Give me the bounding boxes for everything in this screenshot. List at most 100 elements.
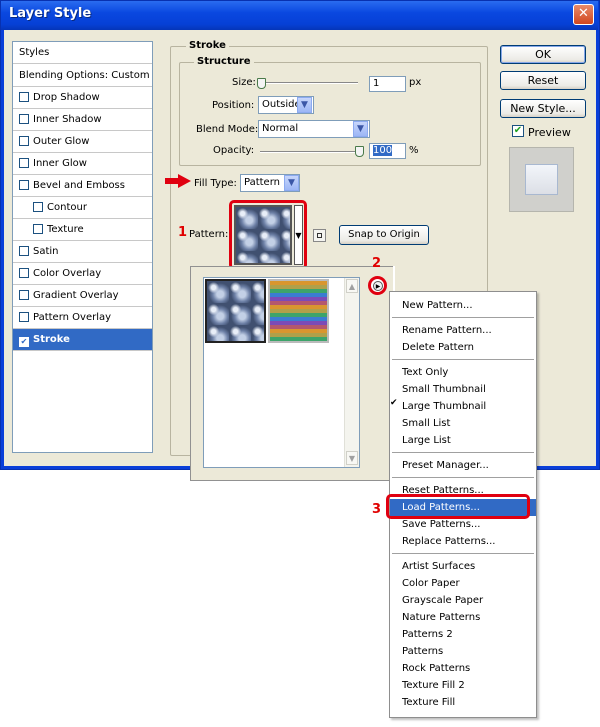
annotation-1: 1 (178, 225, 188, 240)
preview-label: Preview (528, 126, 571, 139)
new-style-button[interactable]: New Style... (500, 99, 586, 118)
checkbox-icon[interactable] (19, 136, 29, 146)
structure-group-label: Structure (194, 56, 254, 67)
menu-item-artist-surfaces[interactable]: Artist Surfaces (390, 558, 536, 575)
menu-separator (392, 452, 534, 453)
ok-button[interactable]: OK (500, 45, 586, 64)
style-item-inner-shadow[interactable]: Inner Shadow (13, 109, 152, 131)
checkbox-icon[interactable] (19, 92, 29, 102)
pattern-swatch[interactable] (234, 205, 292, 265)
chevron-down-icon[interactable]: ▼ (297, 97, 312, 113)
menu-item-rename-pattern[interactable]: Rename Pattern... (390, 322, 536, 339)
opacity-input[interactable]: 100 (369, 143, 406, 159)
preview-swatch (509, 147, 574, 212)
checkbox-icon[interactable] (19, 246, 29, 256)
annotation-box-load-patterns (386, 494, 530, 519)
menu-item-patterns[interactable]: Patterns (390, 643, 536, 660)
size-unit: px (409, 77, 422, 88)
size-label: Size: (232, 77, 256, 88)
styles-header[interactable]: Styles (13, 42, 152, 64)
scroll-up-icon[interactable]: ▲ (346, 279, 358, 293)
new-preset-icon[interactable] (313, 229, 326, 242)
pattern-bubbles-thumb[interactable] (205, 279, 266, 343)
scroll-down-icon[interactable]: ▼ (346, 451, 358, 465)
style-item-stroke[interactable]: ✔ Stroke (13, 329, 152, 351)
pattern-grid-scrollbar[interactable]: ▲ ▼ (344, 278, 359, 467)
menu-item-preset-manager[interactable]: Preset Manager... (390, 457, 536, 474)
annotation-2: 2 (372, 256, 382, 271)
style-item-texture[interactable]: Texture (13, 219, 152, 241)
size-slider-track[interactable] (260, 82, 358, 84)
menu-separator (392, 317, 534, 318)
style-item-label: Gradient Overlay (33, 290, 119, 301)
style-item-label: Texture (47, 224, 84, 235)
checkbox-icon[interactable] (19, 114, 29, 124)
menu-item-grayscale-paper[interactable]: Grayscale Paper (390, 592, 536, 609)
menu-item-rock-patterns[interactable]: Rock Patterns (390, 660, 536, 677)
menu-item-small-thumbnail[interactable]: Small Thumbnail (390, 381, 536, 398)
blending-options-item[interactable]: Blending Options: Custom (13, 65, 152, 87)
opacity-slider-thumb[interactable] (355, 146, 364, 157)
close-button[interactable]: ✕ (573, 4, 594, 25)
checkbox-icon[interactable] (19, 312, 29, 322)
menu-item-new-pattern[interactable]: New Pattern... (390, 297, 536, 314)
menu-item-patterns-2[interactable]: Patterns 2 (390, 626, 536, 643)
style-item-color-overlay[interactable]: Color Overlay (13, 263, 152, 285)
styles-list: Styles Blending Options: Custom Drop Sha… (12, 41, 153, 453)
style-item-drop-shadow[interactable]: Drop Shadow (13, 87, 152, 109)
style-item-inner-glow[interactable]: Inner Glow (13, 153, 152, 175)
menu-item-delete-pattern[interactable]: Delete Pattern (390, 339, 536, 356)
snap-to-origin-button[interactable]: Snap to Origin (339, 225, 429, 245)
checkbox-icon[interactable] (33, 202, 43, 212)
menu-item-texture-fill-2[interactable]: Texture Fill 2 (390, 677, 536, 694)
checkbox-icon[interactable] (19, 180, 29, 190)
menu-item-large-list[interactable]: Large List (390, 432, 536, 449)
checkbox-icon[interactable] (19, 268, 29, 278)
style-item-label: Inner Glow (33, 158, 87, 169)
chevron-down-icon[interactable]: ▼ (284, 175, 299, 191)
opacity-slider-track[interactable] (260, 151, 358, 153)
menu-item-text-only[interactable]: Text Only (390, 364, 536, 381)
style-item-satin[interactable]: Satin (13, 241, 152, 263)
preview-checkbox[interactable]: ✔ (512, 125, 524, 137)
style-item-label: Bevel and Emboss (33, 180, 125, 191)
checkbox-icon[interactable] (19, 290, 29, 300)
style-item-label: Color Overlay (33, 268, 102, 279)
style-item-bevel-and-emboss[interactable]: Bevel and Emboss (13, 175, 152, 197)
checkbox-icon[interactable] (33, 224, 43, 234)
menu-item-color-paper[interactable]: Color Paper (390, 575, 536, 592)
style-item-contour[interactable]: Contour (13, 197, 152, 219)
size-input[interactable]: 1 (369, 76, 406, 92)
checkmark-icon: ✔ (390, 398, 398, 408)
position-label: Position: (212, 100, 255, 111)
reset-button[interactable]: Reset (500, 71, 586, 90)
style-item-pattern-overlay[interactable]: Pattern Overlay (13, 307, 152, 329)
opacity-value: 100 (373, 145, 393, 156)
opacity-label: Opacity: (213, 145, 255, 156)
size-slider-thumb[interactable] (257, 78, 266, 89)
picker-edge (393, 266, 395, 291)
blend-mode-label: Blend Mode: (196, 124, 259, 135)
style-item-gradient-overlay[interactable]: Gradient Overlay (13, 285, 152, 307)
pattern-rainbow-thumb[interactable] (268, 279, 329, 343)
checkbox-icon[interactable] (19, 158, 29, 168)
menu-item-texture-fill[interactable]: Texture Fill (390, 694, 536, 711)
style-item-outer-glow[interactable]: Outer Glow (13, 131, 152, 153)
pattern-grid: ▲ ▼ (203, 277, 360, 468)
menu-item-replace-patterns[interactable]: Replace Patterns... (390, 533, 536, 550)
flyout-menu-icon[interactable]: ▶ (373, 281, 383, 291)
menu-item-nature-patterns[interactable]: Nature Patterns (390, 609, 536, 626)
chevron-down-icon[interactable]: ▼ (353, 121, 368, 137)
window-title: Layer Style (9, 6, 92, 21)
stroke-group-label: Stroke (186, 40, 229, 51)
pattern-dropdown-arrow[interactable]: ▼ (294, 205, 303, 265)
style-item-label: Pattern Overlay (33, 312, 112, 323)
menu-separator (392, 359, 534, 360)
checkbox-icon[interactable]: ✔ (19, 337, 29, 347)
menu-item-small-list[interactable]: Small List (390, 415, 536, 432)
opacity-unit: % (409, 145, 419, 156)
style-item-label: Drop Shadow (33, 92, 100, 103)
menu-item-large-thumbnail[interactable]: Large Thumbnail (390, 398, 536, 415)
style-item-label: Inner Shadow (33, 114, 102, 125)
style-item-label: Satin (33, 246, 59, 257)
